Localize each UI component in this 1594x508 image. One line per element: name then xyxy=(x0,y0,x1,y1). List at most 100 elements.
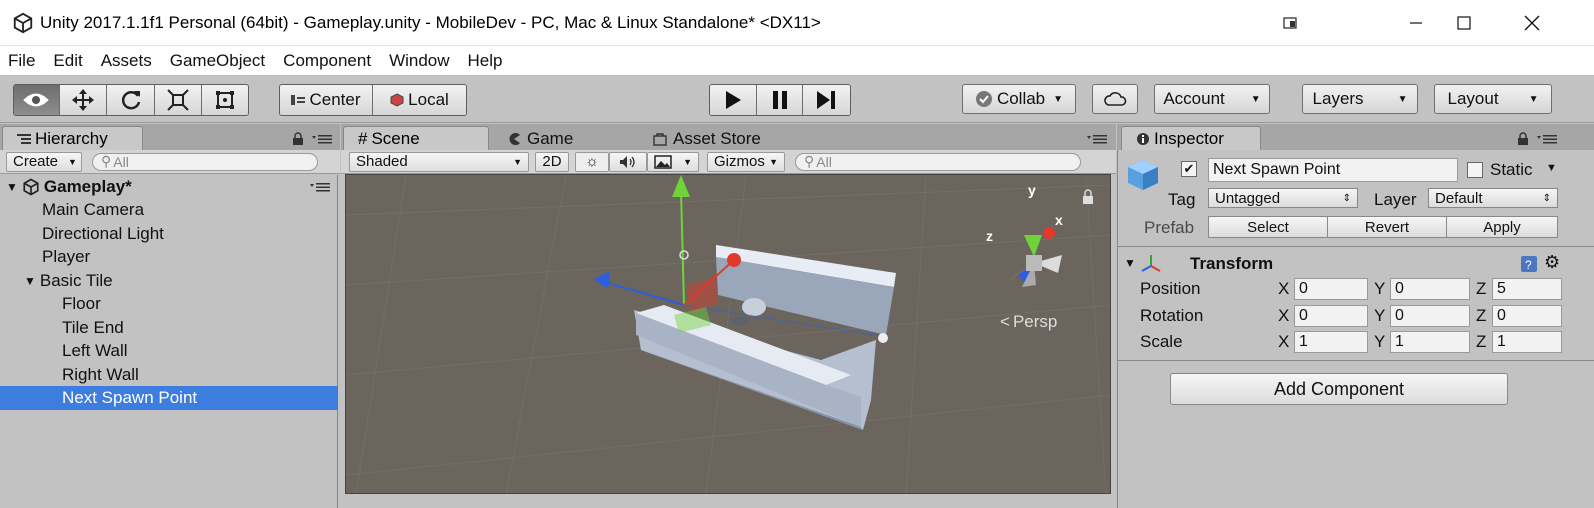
scene-lighting-toggle[interactable]: ☼ xyxy=(575,151,609,172)
account-dropdown[interactable]: Account ▼ xyxy=(1154,84,1270,114)
collapse-arrow-icon[interactable]: ▼ xyxy=(24,274,36,288)
hierarchy-item-floor[interactable]: Floor xyxy=(0,292,338,316)
position-y-input[interactable]: 0 xyxy=(1390,278,1470,300)
gizmo-y-arrow-icon[interactable] xyxy=(672,175,690,197)
static-checkbox[interactable] xyxy=(1467,162,1483,178)
hierarchy-item-next-spawn-point[interactable]: Next Spawn Point xyxy=(0,386,338,410)
move-tool-button[interactable] xyxy=(59,85,108,115)
scale-x-input[interactable]: 1 xyxy=(1294,331,1368,353)
prefab-select-button[interactable]: Select xyxy=(1208,216,1328,238)
gizmo-z-arrow-icon[interactable] xyxy=(594,271,610,289)
menu-window[interactable]: Window xyxy=(381,51,459,71)
active-checkbox[interactable]: ✔ xyxy=(1181,161,1197,177)
help-book-icon[interactable]: ? xyxy=(1520,255,1538,273)
scene-viewport[interactable]: y x z < Persp xyxy=(345,174,1111,494)
position-z-input[interactable]: 5 xyxy=(1492,278,1562,300)
tab-scene[interactable]: # Scene xyxy=(343,126,489,151)
tab-game[interactable]: Game xyxy=(493,126,633,151)
pivot-space-button[interactable]: Local xyxy=(373,85,466,115)
lock-icon[interactable] xyxy=(1517,132,1529,146)
hierarchy-list-icon xyxy=(17,134,31,144)
tab-hierarchy[interactable]: Hierarchy xyxy=(2,126,143,151)
position-x-input[interactable]: 0 xyxy=(1294,278,1368,300)
tag-dropdown[interactable]: Untagged ⇕ xyxy=(1208,188,1358,208)
rotation-x-input[interactable]: 0 xyxy=(1294,305,1368,327)
scene-menu-icon[interactable] xyxy=(310,182,330,192)
menu-help[interactable]: Help xyxy=(460,51,513,71)
cloud-button[interactable] xyxy=(1092,84,1138,114)
collab-dropdown[interactable]: Collab ▼ xyxy=(962,84,1076,114)
static-dropdown-arrow-icon[interactable]: ▼ xyxy=(1546,162,1557,174)
layout-dropdown[interactable]: Layout ▼ xyxy=(1434,84,1552,114)
minimize-button[interactable] xyxy=(1392,0,1440,46)
gizmos-dropdown[interactable]: Gizmos ▼ xyxy=(707,151,785,172)
transform-header[interactable]: ▼ Transform ? ⚙ xyxy=(1118,252,1594,276)
hierarchy-item-left-wall[interactable]: Left Wall xyxy=(0,339,338,363)
hierarchy-item-player[interactable]: Player xyxy=(0,245,338,269)
hierarchy-item-basic-tile[interactable]: ▼ Basic Tile xyxy=(0,269,338,293)
pause-button[interactable] xyxy=(757,85,803,115)
rotation-label: Rotation xyxy=(1140,306,1204,325)
menu-file[interactable]: File xyxy=(0,51,45,71)
rect-tool-button[interactable] xyxy=(202,85,248,115)
hierarchy-item-main-camera[interactable]: Main Camera xyxy=(0,198,338,222)
rotate-tool-button[interactable] xyxy=(107,85,155,115)
projection-label[interactable]: < Persp xyxy=(1000,312,1057,332)
scene-3d-view[interactable]: y x z xyxy=(346,175,1111,494)
tab-inspector[interactable]: Inspector xyxy=(1121,126,1261,151)
create-dropdown[interactable]: Create ▼ xyxy=(6,151,82,172)
scene-search-input[interactable]: ⚲ All xyxy=(795,152,1081,171)
play-icon xyxy=(726,91,742,109)
close-button[interactable] xyxy=(1508,0,1556,46)
tab-asset-store-label: Asset Store xyxy=(673,128,761,148)
unity-logo-icon xyxy=(13,12,33,33)
transform-divider xyxy=(1118,246,1594,247)
pivot-mode-label: Center xyxy=(309,90,361,109)
tablet-mode-icon[interactable] xyxy=(1266,0,1314,46)
panel-menu-icon[interactable] xyxy=(1537,134,1557,144)
panel-menu-icon[interactable] xyxy=(1087,134,1107,144)
layer-dropdown[interactable]: Default ⇕ xyxy=(1428,188,1558,208)
rotation-z-input[interactable]: 0 xyxy=(1492,305,1562,327)
basic-tile-mesh[interactable] xyxy=(634,245,896,430)
add-component-button[interactable]: Add Component xyxy=(1170,373,1508,405)
scene-effects-dropdown[interactable]: ▼ xyxy=(647,151,699,172)
panel-menu-icon[interactable] xyxy=(312,134,332,144)
view-tool-button[interactable] xyxy=(14,85,60,115)
menu-assets[interactable]: Assets xyxy=(93,51,162,71)
gizmo-x-handle-icon[interactable] xyxy=(727,253,741,267)
scale-z-input[interactable]: 1 xyxy=(1492,331,1562,353)
step-button[interactable] xyxy=(802,85,850,115)
scene-audio-toggle[interactable] xyxy=(609,151,647,172)
axis-x-label: X xyxy=(1278,279,1290,298)
pivot-mode-button[interactable]: Center xyxy=(280,85,373,115)
menu-edit[interactable]: Edit xyxy=(45,51,92,71)
pause-icon xyxy=(772,91,787,109)
rotation-y-input[interactable]: 0 xyxy=(1390,305,1470,327)
orientation-gizmo[interactable]: y x z xyxy=(986,182,1063,287)
gear-icon[interactable]: ⚙ xyxy=(1544,252,1560,273)
prefab-revert-button[interactable]: Revert xyxy=(1327,216,1447,238)
hierarchy-item-directional-light[interactable]: Directional Light xyxy=(0,222,338,246)
prefab-apply-button[interactable]: Apply xyxy=(1446,216,1558,238)
tab-hierarchy-label: Hierarchy xyxy=(35,129,108,148)
collapse-arrow-icon[interactable]: ▼ xyxy=(6,180,18,194)
hierarchy-item-tile-end[interactable]: Tile End xyxy=(0,316,338,340)
hierarchy-item-right-wall[interactable]: Right Wall xyxy=(0,363,338,387)
maximize-button[interactable] xyxy=(1440,0,1488,46)
menu-component[interactable]: Component xyxy=(275,51,381,71)
layers-dropdown[interactable]: Layers ▼ xyxy=(1302,84,1418,114)
menu-gameobject[interactable]: GameObject xyxy=(162,51,275,71)
shading-mode-dropdown[interactable]: Shaded ▼ xyxy=(349,151,529,172)
scale-tool-button[interactable] xyxy=(154,85,203,115)
scale-y-input[interactable]: 1 xyxy=(1390,331,1470,353)
object-name-input[interactable]: Next Spawn Point xyxy=(1208,158,1458,182)
play-button[interactable] xyxy=(710,85,758,115)
scene-root-row[interactable]: ▼ Gameplay* xyxy=(0,175,338,199)
toggle-2d-button[interactable]: 2D xyxy=(535,151,569,172)
gizmo-lock-icon[interactable] xyxy=(1083,189,1093,204)
collapse-arrow-icon[interactable]: ▼ xyxy=(1124,256,1136,270)
lock-icon[interactable] xyxy=(292,132,304,146)
hierarchy-search-input[interactable]: ⚲ All xyxy=(92,152,318,171)
tab-asset-store[interactable]: Asset Store xyxy=(639,126,809,151)
